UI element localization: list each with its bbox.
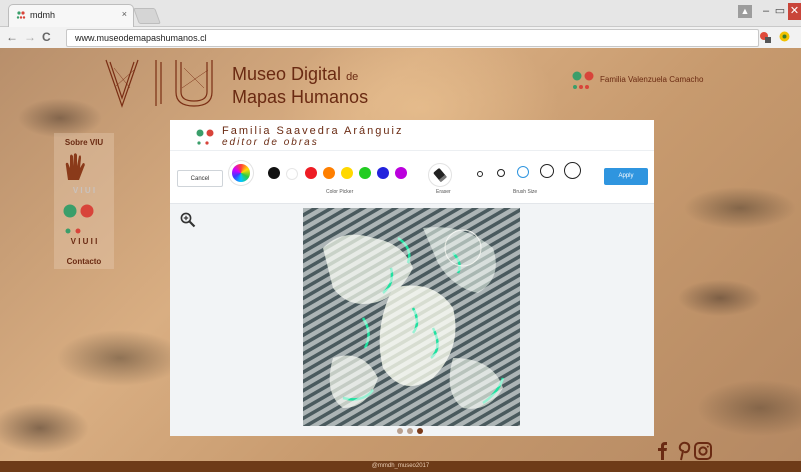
close-window-button[interactable]: ✕: [788, 3, 801, 20]
browser-tab-bar: mdmh × ▲ – ▭ ✕: [0, 0, 801, 27]
family-dots-icon: [196, 129, 214, 145]
nav-sobre-viu[interactable]: Sobre VIU: [54, 138, 114, 147]
browser-tab[interactable]: mdmh ×: [8, 4, 134, 27]
color-swatch-blue[interactable]: [377, 167, 389, 179]
nav-contacto[interactable]: Contacto: [54, 257, 114, 266]
color-swatch-green[interactable]: [359, 167, 371, 179]
site-title-line1[interactable]: Museo Digital de: [232, 64, 358, 85]
extension-icon[interactable]: [779, 31, 790, 42]
brush-size-l[interactable]: [540, 164, 554, 178]
color-picker-icon[interactable]: [232, 164, 250, 182]
facebook-icon[interactable]: [658, 442, 667, 460]
back-button[interactable]: ←: [6, 30, 18, 44]
viu-dots-icon: [65, 228, 81, 234]
extension-icon[interactable]: [759, 31, 771, 43]
eraser-icon[interactable]: [428, 163, 452, 187]
eraser-label: Eraser: [436, 189, 451, 195]
tab-title: mdmh: [30, 10, 56, 20]
profile-icon[interactable]: ▲: [738, 5, 752, 18]
social-links: [658, 441, 712, 461]
color-swatch-black[interactable]: [268, 167, 280, 179]
viu-logo-icon[interactable]: [104, 58, 222, 110]
brush-size-xs[interactable]: [477, 171, 483, 177]
reload-button[interactable]: C: [42, 30, 51, 44]
minimize-button[interactable]: –: [760, 3, 772, 20]
forward-button[interactable]: →: [24, 30, 36, 44]
site-title-line2[interactable]: Mapas Humanos: [232, 87, 368, 108]
hand-icon: [65, 153, 85, 180]
color-picker-label: Color Picker: [326, 189, 354, 195]
viu-dots-icon: [63, 204, 94, 218]
editor-title: Familia Saavedra Aránguiz: [222, 125, 404, 137]
editor-toolbar: Cancel Color Picker Eraser Brush Size Ap…: [170, 150, 654, 204]
color-swatch-purple[interactable]: [395, 167, 407, 179]
maximize-button[interactable]: ▭: [774, 3, 786, 20]
color-swatch-orange[interactable]: [323, 167, 335, 179]
url-input[interactable]: www.museodemapashumanos.cl: [66, 29, 759, 47]
cancel-button[interactable]: Cancel: [177, 170, 223, 187]
editor-header: Familia Saavedra Aránguiz editor de obra…: [170, 120, 654, 150]
artwork-editor: Familia Saavedra Aránguiz editor de obra…: [170, 120, 654, 436]
color-swatch-red[interactable]: [305, 167, 317, 179]
family-dots-icon: [572, 71, 594, 89]
zoom-in-icon[interactable]: [180, 212, 196, 228]
address-bar: ← → C www.museodemapashumanos.cl: [0, 27, 801, 49]
brush-size-xl[interactable]: [564, 162, 581, 179]
editor-subtitle: editor de obras: [222, 137, 319, 148]
image-pager[interactable]: [396, 427, 426, 435]
page-footer: @mmdh_museo2017: [0, 461, 801, 472]
pinterest-icon[interactable]: [678, 441, 691, 461]
favicon-icon: [16, 11, 26, 19]
nav-viu-1[interactable]: V I U I: [54, 186, 114, 195]
brush-size-s[interactable]: [497, 169, 505, 177]
color-swatch-yellow[interactable]: [341, 167, 353, 179]
brush-size-label: Brush Size: [513, 189, 538, 195]
brush-size-m[interactable]: [517, 166, 529, 178]
instagram-icon[interactable]: [694, 442, 712, 460]
color-swatch-white[interactable]: [286, 168, 298, 180]
nav-viu-2[interactable]: V I U I I: [54, 237, 114, 246]
artwork-canvas[interactable]: [303, 208, 520, 426]
new-tab-button[interactable]: [133, 8, 161, 24]
tab-close-icon[interactable]: ×: [122, 9, 127, 19]
family-link[interactable]: Familia Valenzuela Camacho: [600, 75, 703, 84]
apply-button[interactable]: Apply: [604, 168, 648, 185]
